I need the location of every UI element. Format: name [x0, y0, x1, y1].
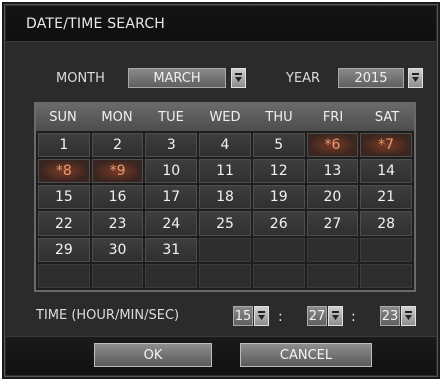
calendar-empty-cell [252, 237, 305, 262]
calendar-empty-cell [199, 263, 251, 288]
calendar-day-grid: 1 2 3 4 5 *6 *7 *8 *9 10 11 12 13 14 15 16 17 18 19 20 21 22 2… [38, 133, 412, 288]
weekday-thu: THU [265, 110, 293, 125]
weekday-sat: SAT [374, 110, 400, 125]
year-select[interactable]: 2015 [338, 68, 404, 88]
chevron-down-icon [258, 311, 265, 320]
calendar-day-cell[interactable]: *7 [360, 133, 412, 158]
calendar-day-cell[interactable]: 11 [199, 159, 251, 184]
ok-button[interactable]: OK [94, 343, 212, 367]
calendar-day-cell[interactable]: 2 [91, 133, 144, 158]
calendar-day-cell[interactable]: 28 [360, 211, 412, 236]
weekday-mon: MON [101, 110, 133, 125]
second-dropdown-button[interactable] [401, 306, 416, 326]
calendar-day-cell[interactable]: 10 [145, 159, 198, 184]
calendar-empty-cell [91, 263, 144, 288]
calendar-day-cell[interactable]: 31 [145, 237, 198, 262]
weekday-sun: SUN [49, 110, 77, 125]
month-dropdown-button[interactable] [231, 68, 246, 88]
chevron-down-icon [405, 311, 412, 320]
date-time-search-dialog: DATE/TIME SEARCH MONTH MARCH YEAR 2015 S… [2, 2, 440, 379]
calendar-empty-cell [360, 263, 412, 288]
calendar-day-cell[interactable]: 30 [91, 237, 144, 262]
minute-value: 27 [308, 308, 326, 324]
calendar-day-cell[interactable]: 4 [199, 133, 251, 158]
chevron-down-icon [235, 73, 242, 82]
calendar-empty-cell [199, 237, 251, 262]
chevron-down-icon [412, 73, 419, 82]
second-field[interactable]: 23 [380, 306, 400, 326]
calendar-day-cell[interactable]: 26 [252, 211, 305, 236]
calendar-day-cell[interactable]: 14 [360, 159, 412, 184]
year-value: 2015 [354, 70, 388, 86]
weekday-fri: FRI [322, 110, 344, 125]
time-separator: : [351, 309, 356, 325]
calendar-day-cell[interactable]: 23 [91, 211, 144, 236]
calendar-day-cell[interactable]: 21 [360, 185, 412, 210]
calendar-day-cell[interactable]: 3 [145, 133, 198, 158]
calendar-empty-cell [38, 263, 90, 288]
calendar-empty-cell [306, 263, 359, 288]
calendar-day-cell[interactable]: 16 [91, 185, 144, 210]
calendar-empty-cell [252, 263, 305, 288]
dialog-titlebar: DATE/TIME SEARCH [6, 6, 436, 42]
year-label: YEAR [286, 71, 321, 86]
calendar-empty-cell [145, 263, 198, 288]
cancel-button-label: CANCEL [279, 347, 333, 363]
calendar-day-cell[interactable]: *8 [38, 159, 90, 184]
time-separator: : [278, 309, 283, 325]
calendar-day-cell[interactable]: 5 [252, 133, 305, 158]
calendar-day-cell[interactable]: 19 [252, 185, 305, 210]
calendar-day-cell[interactable]: 13 [306, 159, 359, 184]
hour-dropdown-button[interactable] [254, 306, 269, 326]
calendar-day-cell[interactable]: 15 [38, 185, 90, 210]
dialog-title: DATE/TIME SEARCH [26, 16, 166, 32]
hour-field[interactable]: 15 [233, 306, 253, 326]
calendar-weekday-header: SUN MON TUE WED THU FRI SAT [36, 104, 414, 131]
calendar-day-cell[interactable]: 1 [38, 133, 90, 158]
calendar-day-cell[interactable]: 22 [38, 211, 90, 236]
cancel-button[interactable]: CANCEL [240, 343, 372, 367]
calendar-day-cell[interactable]: 17 [145, 185, 198, 210]
calendar-empty-cell [306, 237, 359, 262]
month-label: MONTH [56, 71, 105, 86]
minute-field[interactable]: 27 [307, 306, 327, 326]
calendar-day-cell[interactable]: 12 [252, 159, 305, 184]
calendar-day-cell[interactable]: 20 [306, 185, 359, 210]
weekday-wed: WED [209, 110, 241, 125]
weekday-tue: TUE [158, 110, 184, 125]
time-label: TIME (HOUR/MIN/SEC) [36, 308, 180, 323]
calendar-day-cell[interactable]: *9 [91, 159, 144, 184]
year-dropdown-button[interactable] [408, 68, 423, 88]
calendar-day-cell[interactable]: 27 [306, 211, 359, 236]
minute-dropdown-button[interactable] [328, 306, 343, 326]
month-select[interactable]: MARCH [128, 68, 226, 88]
hour-value: 15 [234, 308, 252, 324]
month-value: MARCH [153, 70, 201, 86]
second-value: 23 [381, 308, 399, 324]
calendar-day-cell[interactable]: 29 [38, 237, 90, 262]
chevron-down-icon [332, 311, 339, 320]
dialog-footer: OK CANCEL [6, 336, 436, 375]
calendar: SUN MON TUE WED THU FRI SAT 1 2 3 4 5 *6 *7 *8 *9 10 11 1… [34, 102, 416, 292]
ok-button-label: OK [143, 347, 163, 363]
calendar-day-cell[interactable]: 25 [199, 211, 251, 236]
calendar-day-cell[interactable]: 24 [145, 211, 198, 236]
calendar-empty-cell [360, 237, 412, 262]
calendar-day-cell[interactable]: *6 [306, 133, 359, 158]
calendar-day-cell[interactable]: 18 [199, 185, 251, 210]
